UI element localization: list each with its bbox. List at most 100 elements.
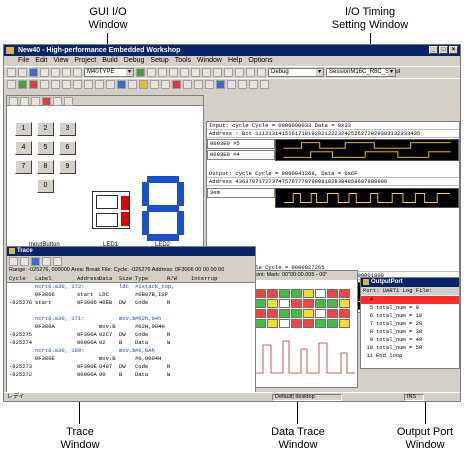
io-input-row-1-label[interactable]: 0003E0 #5 — [207, 139, 275, 149]
minimize-button[interactable]: _ — [429, 46, 438, 54]
trace-start-icon[interactable] — [9, 257, 18, 266]
table-row[interactable]: 0F300E mov.B #0,0004H — [7, 355, 255, 363]
reset-icon[interactable] — [7, 80, 16, 89]
output-port-icon[interactable] — [183, 80, 192, 89]
table-row[interactable]: -025273 0F300E 0487 DW Code R — [7, 363, 255, 371]
label-tool-icon[interactable] — [42, 97, 51, 106]
trace-column-address[interactable]: Address — [77, 274, 100, 283]
coverage-icon[interactable] — [150, 80, 159, 89]
trace-filter-icon[interactable] — [42, 257, 51, 266]
tool-c-icon[interactable] — [191, 68, 200, 77]
trace-column-label[interactable]: Label — [35, 274, 52, 283]
keypad-button-5[interactable]: 5 — [37, 141, 54, 155]
menu-setup[interactable]: Setup — [150, 56, 168, 66]
table-row[interactable]: ncrt0.a30, 172: ldc #istack_top, — [7, 283, 255, 291]
keypad-button-4[interactable]: 4 — [15, 141, 32, 155]
trace-icon[interactable] — [128, 80, 137, 89]
menu-window[interactable]: Window — [197, 56, 222, 66]
trace-column-data[interactable]: Data — [99, 274, 112, 283]
tool-d-icon[interactable] — [202, 68, 211, 77]
table-row[interactable]: -025276 start 0F3006 40EB DW Code R — [7, 299, 255, 307]
table-row[interactable]: ncrt0.a30, 171: mov.b #02h,04h — [7, 315, 255, 323]
menu-build[interactable]: Build — [102, 56, 118, 66]
io-window-icon[interactable] — [117, 80, 126, 89]
stack-icon[interactable] — [238, 80, 247, 89]
table-row[interactable]: -025272 00000A 00 B Data W — [7, 371, 255, 379]
menu-options[interactable]: Options — [248, 56, 272, 66]
io-input-row-2-label[interactable]: 0003E0 #4 — [207, 150, 275, 160]
stop-build-icon[interactable] — [158, 68, 167, 77]
session-combo[interactable]: Debug — [268, 68, 324, 77]
target-session-combo[interactable]: SessionM16C_R8C_Simul — [326, 68, 400, 77]
keypad-button-0[interactable]: 0 — [37, 179, 54, 193]
event-icon[interactable] — [249, 80, 258, 89]
maximize-button[interactable]: □ — [439, 46, 448, 54]
tool-b-icon[interactable] — [180, 68, 189, 77]
tool-f-icon[interactable] — [224, 68, 233, 77]
graph-icon[interactable] — [216, 80, 225, 89]
build-all-icon[interactable] — [147, 68, 156, 77]
table-row[interactable]: ncrt0.a30, 180: mov.b #0,0Ah — [7, 347, 255, 355]
menu-tools[interactable]: Tools — [175, 56, 191, 66]
tool-g-icon[interactable] — [235, 68, 244, 77]
new-file-icon[interactable] — [7, 68, 16, 77]
table-row[interactable]: -025275 0F300A 02C7 DW Code R — [7, 331, 255, 339]
trace-column-cycle[interactable]: Cycle — [9, 274, 26, 283]
table-row[interactable] — [7, 307, 255, 315]
table-row[interactable]: 0F300A mov.B #02H,004H — [7, 323, 255, 331]
configuration-combo[interactable]: M40TYPE — [84, 68, 134, 77]
menu-file[interactable]: File — [18, 56, 29, 66]
menu-debug[interactable]: Debug — [124, 56, 145, 66]
segment-tool-icon[interactable] — [53, 97, 62, 106]
build-icon[interactable] — [136, 68, 145, 77]
watch-icon[interactable] — [84, 80, 93, 89]
keypad-button-6[interactable]: 6 — [59, 141, 76, 155]
step-over-icon[interactable] — [51, 80, 60, 89]
button-tool-icon[interactable] — [20, 97, 29, 106]
tool-i-icon[interactable] — [257, 68, 266, 77]
keypad-button-9[interactable]: 9 — [59, 160, 76, 174]
keypad-button-3[interactable]: 3 — [59, 122, 76, 136]
table-row[interactable]: -025274 00000A 02 B Data W — [7, 339, 255, 347]
table-row[interactable]: 0F3006 start LDC #0B07B,ISP — [7, 291, 255, 299]
trace-save-icon[interactable] — [53, 257, 62, 266]
trace-column-rw[interactable]: R/W — [167, 274, 177, 283]
step-out-icon[interactable] — [62, 80, 71, 89]
tool-a-icon[interactable] — [169, 68, 178, 77]
trace-column-interrup[interactable]: Interrup — [191, 274, 217, 283]
breakpoint-icon[interactable] — [73, 80, 82, 89]
option-icon[interactable] — [260, 80, 269, 89]
data-trace-icon[interactable] — [139, 80, 148, 89]
find-icon[interactable] — [73, 68, 82, 77]
paste-icon[interactable] — [62, 68, 71, 77]
tool-e-icon[interactable] — [213, 68, 222, 77]
keypad-button-8[interactable]: 8 — [37, 160, 54, 174]
close-button[interactable]: × — [449, 46, 458, 54]
chart-icon[interactable] — [205, 80, 214, 89]
menu-project[interactable]: Project — [74, 56, 96, 66]
led-tool-icon[interactable] — [31, 97, 40, 106]
halt-icon[interactable] — [29, 80, 38, 89]
memory-icon[interactable] — [95, 80, 104, 89]
keypad-button-2[interactable]: 2 — [37, 122, 54, 136]
save-icon[interactable] — [29, 68, 38, 77]
trace-stop-icon[interactable] — [20, 257, 29, 266]
cut-icon[interactable] — [40, 68, 49, 77]
go-icon[interactable] — [18, 80, 27, 89]
keypad-button-1[interactable]: 1 — [15, 122, 32, 136]
register-icon[interactable] — [106, 80, 115, 89]
keypad-button-7[interactable]: 7 — [15, 160, 32, 174]
select-tool-icon[interactable] — [9, 97, 18, 106]
menu-help[interactable]: Help — [228, 56, 242, 66]
trace-column-type[interactable]: Type — [135, 274, 148, 283]
copy-icon[interactable] — [51, 68, 60, 77]
open-file-icon[interactable] — [18, 68, 27, 77]
step-in-icon[interactable] — [40, 80, 49, 89]
tool-h-icon[interactable] — [246, 68, 255, 77]
trace-find-icon[interactable] — [31, 257, 40, 266]
profile-icon[interactable] — [161, 80, 170, 89]
gui-io-icon[interactable] — [172, 80, 181, 89]
trace-column-size[interactable]: Size — [119, 274, 132, 283]
image-tool-icon[interactable] — [64, 97, 73, 106]
timing-icon[interactable] — [194, 80, 203, 89]
